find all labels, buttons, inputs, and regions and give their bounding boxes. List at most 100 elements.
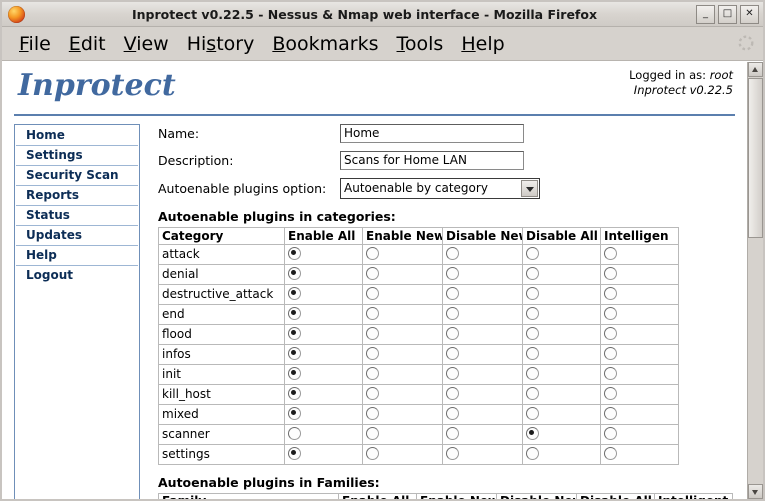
radio-cell[interactable] (600, 383, 679, 405)
menu-edit[interactable]: Edit (60, 33, 115, 55)
scroll-down-arrow-icon[interactable] (748, 484, 763, 499)
radio-button[interactable] (604, 426, 617, 440)
radio-cell[interactable] (284, 323, 363, 345)
radio-button[interactable] (366, 426, 379, 440)
radio-cell[interactable] (284, 283, 363, 305)
radio-cell[interactable] (522, 383, 601, 405)
chevron-down-icon[interactable] (521, 179, 538, 197)
radio-button[interactable] (366, 346, 379, 360)
radio-button[interactable] (366, 306, 379, 320)
radio-cell[interactable] (522, 303, 601, 325)
radio-button[interactable] (288, 446, 301, 460)
sidebar-item-settings[interactable]: Settings (16, 145, 138, 166)
radio-cell[interactable] (284, 423, 363, 445)
radio-cell[interactable] (284, 303, 363, 325)
menu-help[interactable]: Help (452, 33, 513, 55)
vertical-scrollbar[interactable] (747, 61, 763, 499)
radio-cell[interactable] (600, 443, 679, 465)
radio-cell[interactable] (362, 263, 443, 285)
radio-button[interactable] (366, 406, 379, 420)
name-input[interactable] (340, 123, 524, 143)
radio-button[interactable] (446, 446, 459, 460)
radio-button[interactable] (366, 366, 379, 380)
radio-button[interactable] (526, 406, 539, 420)
sidebar-item-home[interactable]: Home (16, 125, 138, 146)
radio-button[interactable] (288, 426, 301, 440)
close-button[interactable]: ✕ (740, 5, 759, 24)
radio-button[interactable] (526, 326, 539, 340)
radio-cell[interactable] (600, 403, 679, 425)
menu-tools[interactable]: Tools (388, 33, 453, 55)
radio-button[interactable] (446, 346, 459, 360)
radio-cell[interactable] (442, 383, 523, 405)
scrollbar-thumb[interactable] (748, 77, 763, 238)
radio-button[interactable] (446, 326, 459, 340)
radio-button[interactable] (366, 386, 379, 400)
radio-cell[interactable] (362, 403, 443, 425)
radio-cell[interactable] (442, 243, 523, 265)
radio-cell[interactable] (522, 363, 601, 385)
radio-cell[interactable] (600, 283, 679, 305)
radio-button[interactable] (446, 286, 459, 300)
radio-cell[interactable] (442, 323, 523, 345)
radio-cell[interactable] (522, 443, 601, 465)
radio-button[interactable] (604, 326, 617, 340)
radio-cell[interactable] (362, 363, 443, 385)
radio-button[interactable] (604, 346, 617, 360)
radio-button[interactable] (604, 446, 617, 460)
radio-cell[interactable] (522, 423, 601, 445)
radio-cell[interactable] (600, 263, 679, 285)
radio-cell[interactable] (362, 243, 443, 265)
radio-button[interactable] (446, 246, 459, 260)
description-input[interactable] (340, 150, 524, 170)
radio-cell[interactable] (442, 283, 523, 305)
maximize-button[interactable]: □ (718, 5, 737, 24)
menu-file[interactable]: File (10, 33, 60, 55)
radio-button[interactable] (288, 366, 301, 380)
sidebar-item-help[interactable]: Help (16, 245, 138, 266)
autoenable-select[interactable]: Autoenable by category (340, 177, 540, 199)
radio-button[interactable] (288, 266, 301, 280)
radio-button[interactable] (446, 386, 459, 400)
radio-cell[interactable] (522, 323, 601, 345)
radio-cell[interactable] (600, 423, 679, 445)
radio-cell[interactable] (522, 283, 601, 305)
radio-cell[interactable] (442, 423, 523, 445)
radio-button[interactable] (526, 306, 539, 320)
sidebar-item-updates[interactable]: Updates (16, 225, 138, 246)
radio-button[interactable] (446, 366, 459, 380)
radio-button[interactable] (288, 346, 301, 360)
radio-cell[interactable] (522, 243, 601, 265)
radio-button[interactable] (366, 246, 379, 260)
radio-cell[interactable] (600, 243, 679, 265)
radio-cell[interactable] (284, 243, 363, 265)
radio-button[interactable] (526, 266, 539, 280)
radio-button[interactable] (604, 366, 617, 380)
radio-button[interactable] (288, 406, 301, 420)
radio-button[interactable] (446, 306, 459, 320)
radio-button[interactable] (604, 246, 617, 260)
radio-button[interactable] (446, 406, 459, 420)
radio-cell[interactable] (442, 343, 523, 365)
radio-cell[interactable] (600, 323, 679, 345)
radio-button[interactable] (526, 426, 539, 440)
radio-cell[interactable] (284, 363, 363, 385)
radio-button[interactable] (526, 366, 539, 380)
radio-button[interactable] (526, 346, 539, 360)
radio-button[interactable] (366, 266, 379, 280)
radio-cell[interactable] (362, 343, 443, 365)
radio-button[interactable] (526, 386, 539, 400)
radio-button[interactable] (366, 446, 379, 460)
menu-history[interactable]: History (178, 33, 264, 55)
radio-button[interactable] (604, 386, 617, 400)
radio-cell[interactable] (284, 263, 363, 285)
menu-view[interactable]: View (115, 33, 178, 55)
sidebar-item-logout[interactable]: Logout (16, 265, 138, 285)
radio-cell[interactable] (442, 363, 523, 385)
radio-cell[interactable] (442, 443, 523, 465)
radio-cell[interactable] (284, 403, 363, 425)
menu-bookmarks[interactable]: Bookmarks (263, 33, 387, 55)
radio-cell[interactable] (442, 403, 523, 425)
radio-cell[interactable] (362, 283, 443, 305)
radio-button[interactable] (288, 386, 301, 400)
